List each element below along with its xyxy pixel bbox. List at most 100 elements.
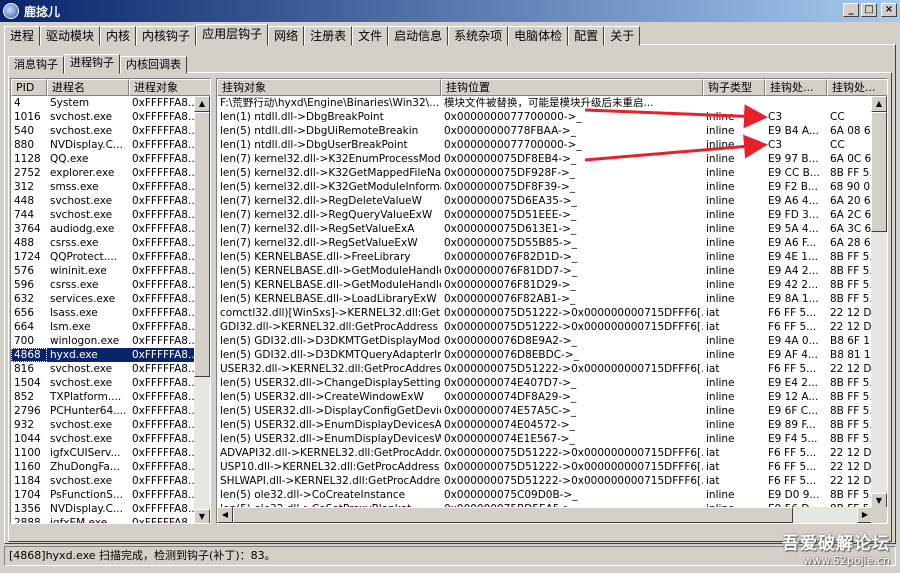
table-row[interactable]: F:\荒野行动\hyxd\Engine\Binaries\Win32\... 模块… <box>217 96 887 110</box>
table-row[interactable]: len(1) ntdll.dll->DbgUserBreakPoint 0x000… <box>217 138 887 152</box>
table-row[interactable]: 1044 svchost.exe 0xFFFFFA8... <box>11 432 210 446</box>
table-cell: 576 <box>14 265 35 277</box>
table-row[interactable]: len(5) USER32.dll->EnumDisplayDevicesW 0x… <box>217 432 887 446</box>
table-row[interactable]: 2888 igfxEM.exe 0xFFFFFA8... <box>11 516 210 523</box>
table-row[interactable]: len(5) KERNELBASE.dll->GetModuleHandleW 0… <box>217 278 887 292</box>
table-row[interactable]: 700 winlogon.exe 0xFFFFFA8... <box>11 334 210 348</box>
table-row[interactable]: 448 svchost.exe 0xFFFFFA8... <box>11 194 210 208</box>
table-row[interactable]: len(5) KERNELBASE.dll->GetModuleHandle..… <box>217 264 887 278</box>
scroll-thumb[interactable] <box>871 112 887 232</box>
table-row[interactable]: len(5) KERNELBASE.dll->FreeLibrary 0x0000… <box>217 250 887 264</box>
process-list[interactable]: PID 进程名 进程对象 4 System 0xFFFFFA8... 1016 svchos… <box>10 78 211 524</box>
table-row[interactable]: 2752 explorer.exe 0xFFFFFA8... <box>11 166 210 180</box>
scroll-up-arrow-icon[interactable]: ▲ <box>871 96 887 112</box>
table-row[interactable]: len(5) GDI32.dll->D3DKMTQueryAdapterInfo… <box>217 348 887 362</box>
table-row[interactable]: 4868 hyxd.exe 0xFFFFFA8... <box>11 348 210 362</box>
table-row[interactable]: len(7) kernel32.dll->K32EnumProcessModu.… <box>217 152 887 166</box>
table-row[interactable]: SHLWAPI.dll->KERNEL32.dll:GetProcAddress… <box>217 474 887 488</box>
column-header[interactable]: 挂钩位置 <box>441 79 703 96</box>
table-row[interactable]: 816 svchost.exe 0xFFFFFA8... <box>11 362 210 376</box>
table-row[interactable]: USER32.dll->KERNEL32.dll:GetProcAddress 0… <box>217 362 887 376</box>
table-row[interactable]: len(7) kernel32.dll->RegSetValueExA 0x000… <box>217 222 887 236</box>
close-button[interactable]: × <box>881 3 897 17</box>
table-row[interactable]: 1356 NVDisplay.C... 0xFFFFFA8... <box>11 502 210 516</box>
column-header[interactable]: 挂钩对象 <box>217 79 441 96</box>
main-tab-12[interactable]: 关于 <box>604 26 641 46</box>
table-row[interactable]: GDI32.dll->KERNEL32.dll:GetProcAddress 0x… <box>217 320 887 334</box>
table-row[interactable]: 1704 PsFunctionS... 0xFFFFFA8... <box>11 488 210 502</box>
table-row[interactable]: 1724 QQProtect.... 0xFFFFFA8... <box>11 250 210 264</box>
process-list-vscrollbar[interactable]: ▲ ▼ <box>194 96 210 523</box>
main-tab-5[interactable]: 网络 <box>268 26 305 46</box>
table-row[interactable]: 632 services.exe 0xFFFFFA8... <box>11 292 210 306</box>
column-header[interactable]: 挂钩处... <box>765 79 827 96</box>
table-row[interactable]: 312 smss.exe 0xFFFFFA8... <box>11 180 210 194</box>
main-tab-2[interactable]: 内核 <box>100 26 137 46</box>
table-row[interactable]: 596 csrss.exe 0xFFFFFA8... <box>11 278 210 292</box>
column-header[interactable]: 挂钩处... <box>827 79 887 96</box>
table-row[interactable]: 664 lsm.exe 0xFFFFFA8... <box>11 320 210 334</box>
column-header[interactable]: 进程对象 <box>129 79 210 96</box>
table-row[interactable]: 3764 audiodg.exe 0xFFFFFA8... <box>11 222 210 236</box>
table-row[interactable]: len(5) kernel32.dll->K32GetMappedFileNa.… <box>217 166 887 180</box>
table-row[interactable]: len(5) GDI32.dll->D3DKMTGetDisplayMode..… <box>217 334 887 348</box>
main-tab-1[interactable]: 驱动模块 <box>40 26 101 46</box>
table-row[interactable]: 4 System 0xFFFFFA8... <box>11 96 210 110</box>
main-tab-10[interactable]: 电脑体检 <box>508 26 569 46</box>
table-row[interactable]: 1160 ZhuDongFa... 0xFFFFFA8... <box>11 460 210 474</box>
column-header[interactable]: PID <box>11 79 47 96</box>
table-row[interactable]: len(5) ntdll.dll->DbgUiRemoteBreakin 0x00… <box>217 124 887 138</box>
hook-list[interactable]: 挂钩对象 挂钩位置 钩子类型 挂钩处... 挂钩处... F:\荒野行动\hyxd\En… <box>216 78 888 524</box>
table-row[interactable]: len(1) ntdll.dll->DbgBreakPoint 0x0000000… <box>217 110 887 124</box>
table-row[interactable]: 1128 QQ.exe 0xFFFFFA8... <box>11 152 210 166</box>
table-row[interactable]: len(7) kernel32.dll->RegQueryValueExW 0x0… <box>217 208 887 222</box>
table-row[interactable]: len(5) USER32.dll->ChangeDisplaySettings… <box>217 376 887 390</box>
main-tab-8[interactable]: 启动信息 <box>388 26 449 46</box>
table-row[interactable]: 932 svchost.exe 0xFFFFFA8... <box>11 418 210 432</box>
table-row[interactable]: 1184 svchost.exe 0xFFFFFA8... <box>11 474 210 488</box>
table-row[interactable]: 852 TXPlatform.... 0xFFFFFA8... <box>11 390 210 404</box>
main-tab-7[interactable]: 文件 <box>352 26 389 46</box>
table-row[interactable]: len(7) kernel32.dll->RegSetValueExW 0x000… <box>217 236 887 250</box>
main-tab-3[interactable]: 内核钩子 <box>136 26 197 46</box>
table-row[interactable]: 1504 svchost.exe 0xFFFFFA8... <box>11 376 210 390</box>
scroll-up-arrow-icon[interactable]: ▲ <box>194 96 210 112</box>
table-row[interactable]: len(5) KERNELBASE.dll->LoadLibraryExW 0x0… <box>217 292 887 306</box>
table-row[interactable]: 488 csrss.exe 0xFFFFFA8... <box>11 236 210 250</box>
table-row[interactable]: len(5) USER32.dll->DisplayConfigGetDevic… <box>217 404 887 418</box>
table-row[interactable]: len(7) kernel32.dll->RegDeleteValueW 0x00… <box>217 194 887 208</box>
table-row[interactable]: 1016 svchost.exe 0xFFFFFA8... <box>11 110 210 124</box>
sub-tab-1[interactable]: 进程钩子 <box>64 54 120 74</box>
table-row[interactable]: 540 svchost.exe 0xFFFFFA8... <box>11 124 210 138</box>
table-row[interactable]: 656 lsass.exe 0xFFFFFA8... <box>11 306 210 320</box>
scroll-down-arrow-icon[interactable]: ▼ <box>194 509 210 523</box>
table-row[interactable]: 2796 PCHunter64.... 0xFFFFFA8... <box>11 404 210 418</box>
sub-tab-0[interactable]: 消息钩子 <box>8 56 64 74</box>
scroll-thumb[interactable] <box>233 507 793 523</box>
maximize-button[interactable]: □ <box>861 3 877 17</box>
main-tab-0[interactable]: 进程 <box>4 26 41 46</box>
table-row[interactable]: len(5) ole32.dll->CoCreateInstance 0x0000… <box>217 488 887 502</box>
table-row[interactable]: ADVAPI32.dll->KERNEL32.dll:GetProcAddr..… <box>217 446 887 460</box>
table-row[interactable]: len(5) USER32.dll->EnumDisplayDevicesA 0x… <box>217 418 887 432</box>
table-row[interactable]: 880 NVDisplay.C... 0xFFFFFA8... <box>11 138 210 152</box>
main-tab-6[interactable]: 注册表 <box>304 26 353 46</box>
table-row[interactable]: len(5) kernel32.dll->K32GetModuleInforma… <box>217 180 887 194</box>
minimize-button[interactable]: _ <box>843 3 859 17</box>
hook-list-hscrollbar[interactable]: ◀ ▶ <box>217 507 873 523</box>
column-header[interactable]: 进程名 <box>47 79 129 96</box>
scroll-left-arrow-icon[interactable]: ◀ <box>217 507 233 523</box>
sub-tab-2[interactable]: 内核回调表 <box>120 56 187 74</box>
table-row[interactable]: comctl32.dll)[WinSxs]->KERNEL32.dll:GetP… <box>217 306 887 320</box>
table-row[interactable]: 744 svchost.exe 0xFFFFFA8... <box>11 208 210 222</box>
table-row[interactable]: 576 wininit.exe 0xFFFFFA8... <box>11 264 210 278</box>
hook-list-vscrollbar[interactable]: ▲ ▼ <box>871 96 887 509</box>
table-row[interactable]: USP10.dll->KERNEL32.dll:GetProcAddress 0x… <box>217 460 887 474</box>
table-row[interactable]: 1100 igfxCUIServ... 0xFFFFFA8... <box>11 446 210 460</box>
column-header[interactable]: 钩子类型 <box>703 79 765 96</box>
main-tab-9[interactable]: 系统杂项 <box>448 26 509 46</box>
main-tab-11[interactable]: 配置 <box>568 26 605 46</box>
main-tab-4[interactable]: 应用层钩子 <box>196 24 269 46</box>
table-row[interactable]: len(5) USER32.dll->CreateWindowExW 0x0000… <box>217 390 887 404</box>
scroll-thumb[interactable] <box>194 112 210 377</box>
